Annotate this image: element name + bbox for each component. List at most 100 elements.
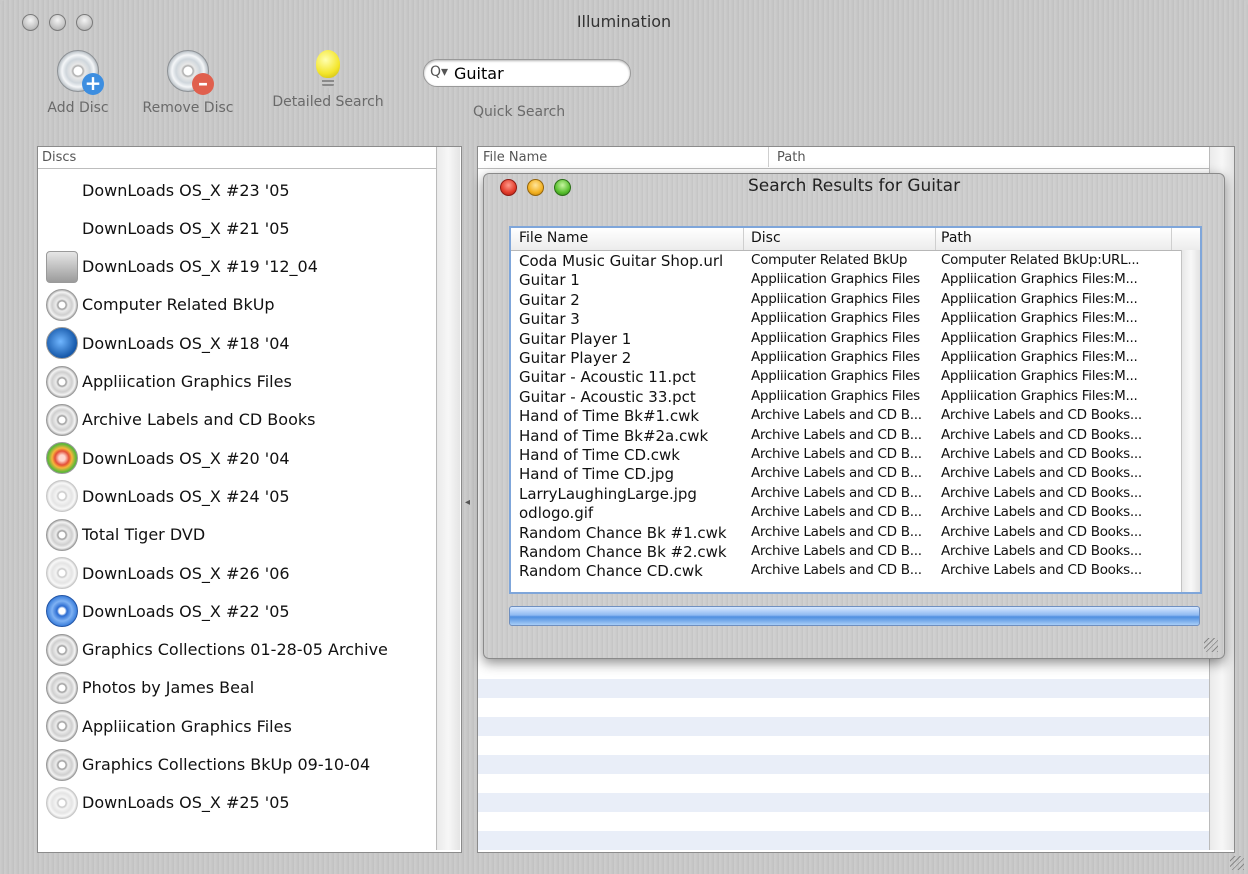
result-path: Archive Labels and CD Books... [941, 543, 1142, 559]
disc-item[interactable]: Appliication Graphics Files [46, 708, 292, 744]
result-row[interactable]: Guitar 2 Appliication Graphics Files Appli… [511, 291, 1171, 309]
splitter-handle[interactable]: ◂ [465, 497, 470, 508]
results-column-path[interactable]: Path [941, 230, 972, 246]
column-header-file-name[interactable]: File Name [483, 150, 547, 165]
result-row[interactable]: odlogo.gif Archive Labels and CD B... Arch… [511, 504, 1171, 522]
result-path: Appliication Graphics Files:M... [941, 349, 1138, 365]
result-row[interactable]: Hand of Time Bk#2a.cwk Archive Labels and… [511, 427, 1171, 445]
resize-grip-icon[interactable] [1204, 638, 1218, 652]
disc-item-label: Graphics Collections 01-28-05 Archive [82, 640, 388, 660]
results-column-file-name[interactable]: File Name [519, 230, 588, 246]
result-row[interactable]: LarryLaughingLarge.jpg Archive Labels and… [511, 485, 1171, 503]
disc-item[interactable]: DownLoads OS_X #18 '04 [46, 325, 290, 361]
result-row[interactable]: Random Chance CD.cwk Archive Labels and C… [511, 562, 1171, 580]
result-disc: Computer Related BkUp [751, 252, 908, 268]
blue-disc-icon [46, 595, 78, 628]
disc-item[interactable]: Computer Related BkUp [46, 287, 275, 323]
disc-item[interactable]: Total Tiger DVD [46, 517, 205, 553]
discs-scrollbar[interactable] [436, 147, 460, 850]
disc-item-label: DownLoads OS_X #22 '05 [82, 601, 290, 621]
result-file-name: LarryLaughingLarge.jpg [519, 484, 697, 503]
result-disc: Appliication Graphics Files [751, 368, 920, 385]
result-disc: Archive Labels and CD B... [751, 426, 922, 443]
disc-item[interactable]: Archive Labels and CD Books [46, 402, 315, 438]
result-path: Archive Labels and CD Books... [941, 504, 1142, 521]
result-path: Appliication Graphics Files:M... [941, 271, 1138, 288]
add-disc-icon: + [57, 50, 104, 95]
results-column-disc[interactable]: Disc [751, 230, 781, 246]
disc-item-label: DownLoads OS_X #21 '05 [82, 218, 290, 238]
disc-item-label: DownLoads OS_X #24 '05 [82, 486, 290, 506]
result-row[interactable]: Random Chance Bk #2.cwk Archive Labels an… [511, 543, 1171, 561]
disc-item[interactable]: DownLoads OS_X #23 '05 [46, 172, 290, 208]
result-file-name: Hand of Time Bk#2a.cwk [519, 426, 709, 445]
disc-item[interactable]: Graphics Collections BkUp 09-10-04 [46, 747, 370, 783]
result-file-name: Hand of Time CD.cwk [519, 446, 680, 464]
disc-item-label: Total Tiger DVD [82, 525, 206, 545]
result-path: Appliication Graphics Files:M... [941, 310, 1138, 327]
result-disc: Archive Labels and CD B... [751, 504, 922, 521]
result-disc: Appliication Graphics Files [751, 349, 920, 365]
window-title: Illumination [576, 12, 672, 31]
detailed-search-button[interactable]: Detailed Search [262, 50, 394, 110]
result-row[interactable]: Hand of Time CD.jpg Archive Labels and CD… [511, 465, 1171, 483]
results-scrollbar[interactable] [1181, 250, 1200, 592]
result-disc: Appliication Graphics Files [751, 271, 920, 288]
result-path: Archive Labels and CD Books... [941, 484, 1142, 501]
result-disc: Archive Labels and CD B... [751, 484, 922, 501]
discs-header[interactable]: Discs [42, 150, 76, 165]
result-file-name: Random Chance Bk #2.cwk [519, 543, 727, 561]
disc-item[interactable]: DownLoads OS_X #25 '05 [46, 785, 290, 821]
disc-item-label: DownLoads OS_X #25 '05 [82, 793, 290, 813]
window-resize-grip-icon[interactable] [1230, 856, 1244, 870]
dvd-icon [46, 288, 78, 321]
result-file-name: Guitar Player 2 [519, 349, 632, 367]
column-header-path[interactable]: Path [777, 150, 806, 165]
faint-disc-icon [46, 557, 78, 589]
disc-item-label: DownLoads OS_X #23 '05 [82, 180, 290, 200]
quick-search-field[interactable]: Q▾ [423, 59, 631, 87]
disc-item-label: Photos by James Beal [82, 678, 255, 698]
result-row[interactable]: Guitar 3 Appliication Graphics Files Appli… [511, 310, 1171, 328]
result-disc: Archive Labels and CD B... [751, 523, 922, 540]
result-disc: Archive Labels and CD B... [751, 446, 922, 462]
disc-item[interactable]: DownLoads OS_X #19 '12_04 [46, 249, 318, 285]
add-disc-label: Add Disc [47, 100, 109, 116]
disc-item[interactable]: Appliication Graphics Files [46, 364, 292, 400]
result-file-name: Guitar 2 [519, 290, 580, 309]
result-row[interactable]: Guitar 1 Appliication Graphics Files Appli… [511, 271, 1171, 289]
disc-item-label: Appliication Graphics Files [82, 716, 292, 736]
search-results-window: Search Results for Guitar File Name Disc… [483, 173, 1225, 659]
disc-item-label: Archive Labels and CD Books [82, 410, 316, 430]
disc-item[interactable]: DownLoads OS_X #20 '04 [46, 440, 290, 476]
disc-item[interactable]: DownLoads OS_X #22 '05 [46, 593, 290, 629]
result-disc: Archive Labels and CD B... [751, 407, 922, 424]
result-row[interactable]: Guitar Player 1 Appliication Graphics Fil… [511, 330, 1171, 348]
search-input[interactable] [452, 62, 626, 84]
result-path: Appliication Graphics Files:M... [941, 387, 1138, 404]
cd-icon [46, 671, 78, 704]
result-row[interactable]: Random Chance Bk #1.cwk Archive Labels an… [511, 524, 1171, 542]
file-list-rows [478, 660, 1209, 851]
disc-item[interactable]: Photos by James Beal [46, 670, 254, 706]
remove-disc-button[interactable]: – Remove Disc [133, 50, 243, 116]
search-icon: Q▾ [430, 64, 449, 80]
cd-icon [46, 748, 78, 781]
result-path: Appliication Graphics Files:M... [941, 368, 1138, 385]
result-row[interactable]: Hand of Time Bk#1.cwk Archive Labels and … [511, 407, 1171, 425]
disc-item[interactable]: DownLoads OS_X #26 '06 [46, 555, 290, 591]
globe-icon [46, 327, 78, 360]
result-row[interactable]: Hand of Time CD.cwk Archive Labels and CD… [511, 446, 1171, 464]
main-window: Illumination + Add Disc – Remove Disc De… [0, 0, 1248, 874]
cd-icon [46, 633, 78, 666]
result-row[interactable]: Coda Music Guitar Shop.url Computer Relat… [511, 252, 1171, 270]
disc-item[interactable]: DownLoads OS_X #24 '05 [46, 478, 290, 514]
disc-item[interactable]: Graphics Collections 01-28-05 Archive [46, 632, 388, 668]
result-row[interactable]: Guitar Player 2 Appliication Graphics Fil… [511, 349, 1171, 367]
add-disc-button[interactable]: + Add Disc [38, 50, 118, 116]
result-row[interactable]: Guitar - Acoustic 11.pct Appliication Gra… [511, 368, 1171, 386]
result-row[interactable]: Guitar - Acoustic 33.pct Appliication Gra… [511, 388, 1171, 406]
apple-icon [46, 442, 78, 475]
hard-drive-icon [46, 250, 78, 283]
disc-item[interactable]: DownLoads OS_X #21 '05 [46, 210, 290, 246]
